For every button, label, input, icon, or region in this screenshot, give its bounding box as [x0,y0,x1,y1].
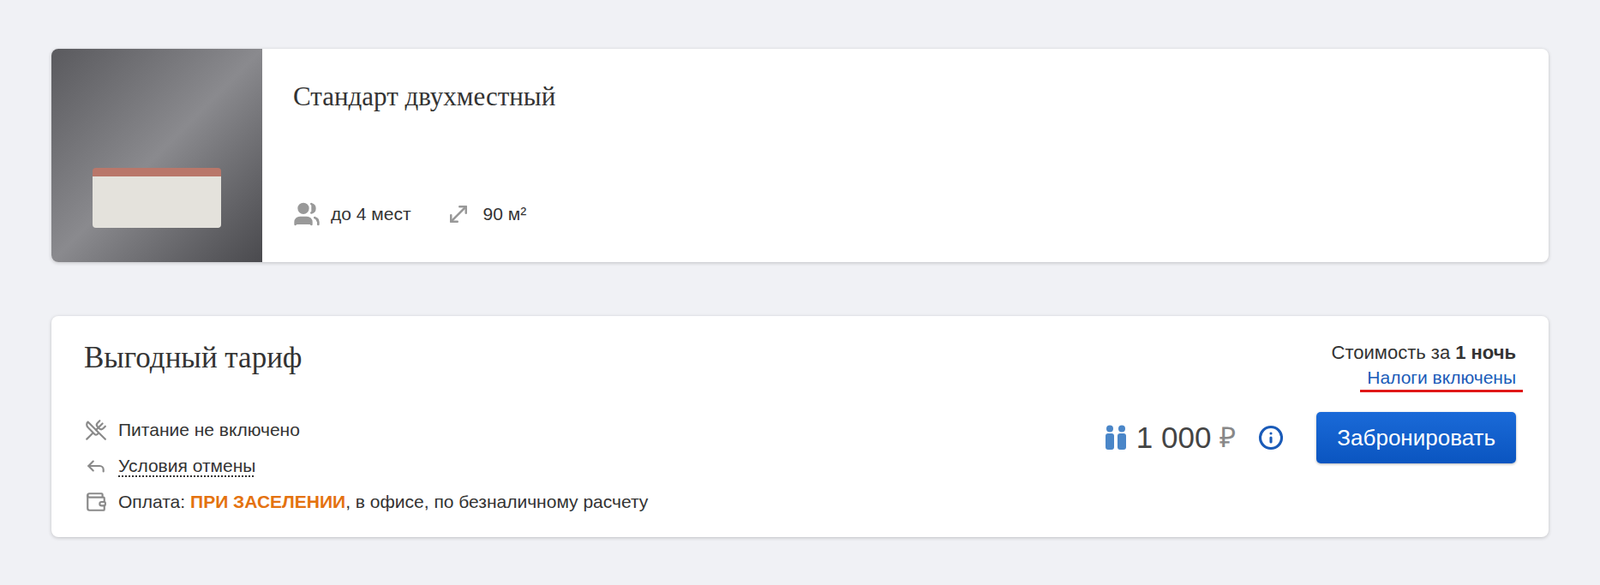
wallet-icon [84,491,108,514]
tariff-card: Выгодный тариф Стоимость за1 ночьНалоги в… [51,316,1549,538]
room-card: Стандарт двухместный до 4 мест 90 м² [51,48,1549,263]
payment-label: Оплата: [118,488,186,516]
room-area: 90 м² [445,197,528,232]
payment-highlight: ПРИ ЗАСЕЛЕНИИ [190,488,346,516]
room-capacity: до 4 мест [293,197,412,232]
price-header: Стоимость за1 ночь [1331,340,1517,366]
meal-text: Питание не включено [118,416,300,444]
tariff-name: Выгодный тариф [83,340,303,377]
room-title: Стандарт двухместный [293,79,556,114]
price: 1 000₽ [1103,412,1285,464]
guests-icon [1103,425,1128,451]
tariff-feature: Оплата:ПРИ ЗАСЕЛЕНИИ, в офисе, по безнал… [83,484,648,521]
cancel-icon [84,455,108,478]
no-meal-icon [84,419,108,442]
book-button[interactable]: Забронировать [1316,412,1517,464]
page: Стандарт двухместный до 4 мест 90 м² Выгодн… [0,0,1600,585]
taxes-link[interactable]: Налоги включены [1366,367,1517,388]
info-icon[interactable] [1258,425,1284,451]
payment-details: , в офисе, по безналичному расчету [345,488,648,516]
tariff-feature: Питание не включено [83,412,648,449]
tariff-features: Питание не включено Условия отмены Оплата:… [83,412,648,521]
area-icon [445,201,472,228]
room-photo [51,48,263,263]
tariff-feature[interactable]: Условия отмены [83,448,648,485]
cancel-link: Условия отмены [118,452,256,480]
people-icon [293,200,321,228]
